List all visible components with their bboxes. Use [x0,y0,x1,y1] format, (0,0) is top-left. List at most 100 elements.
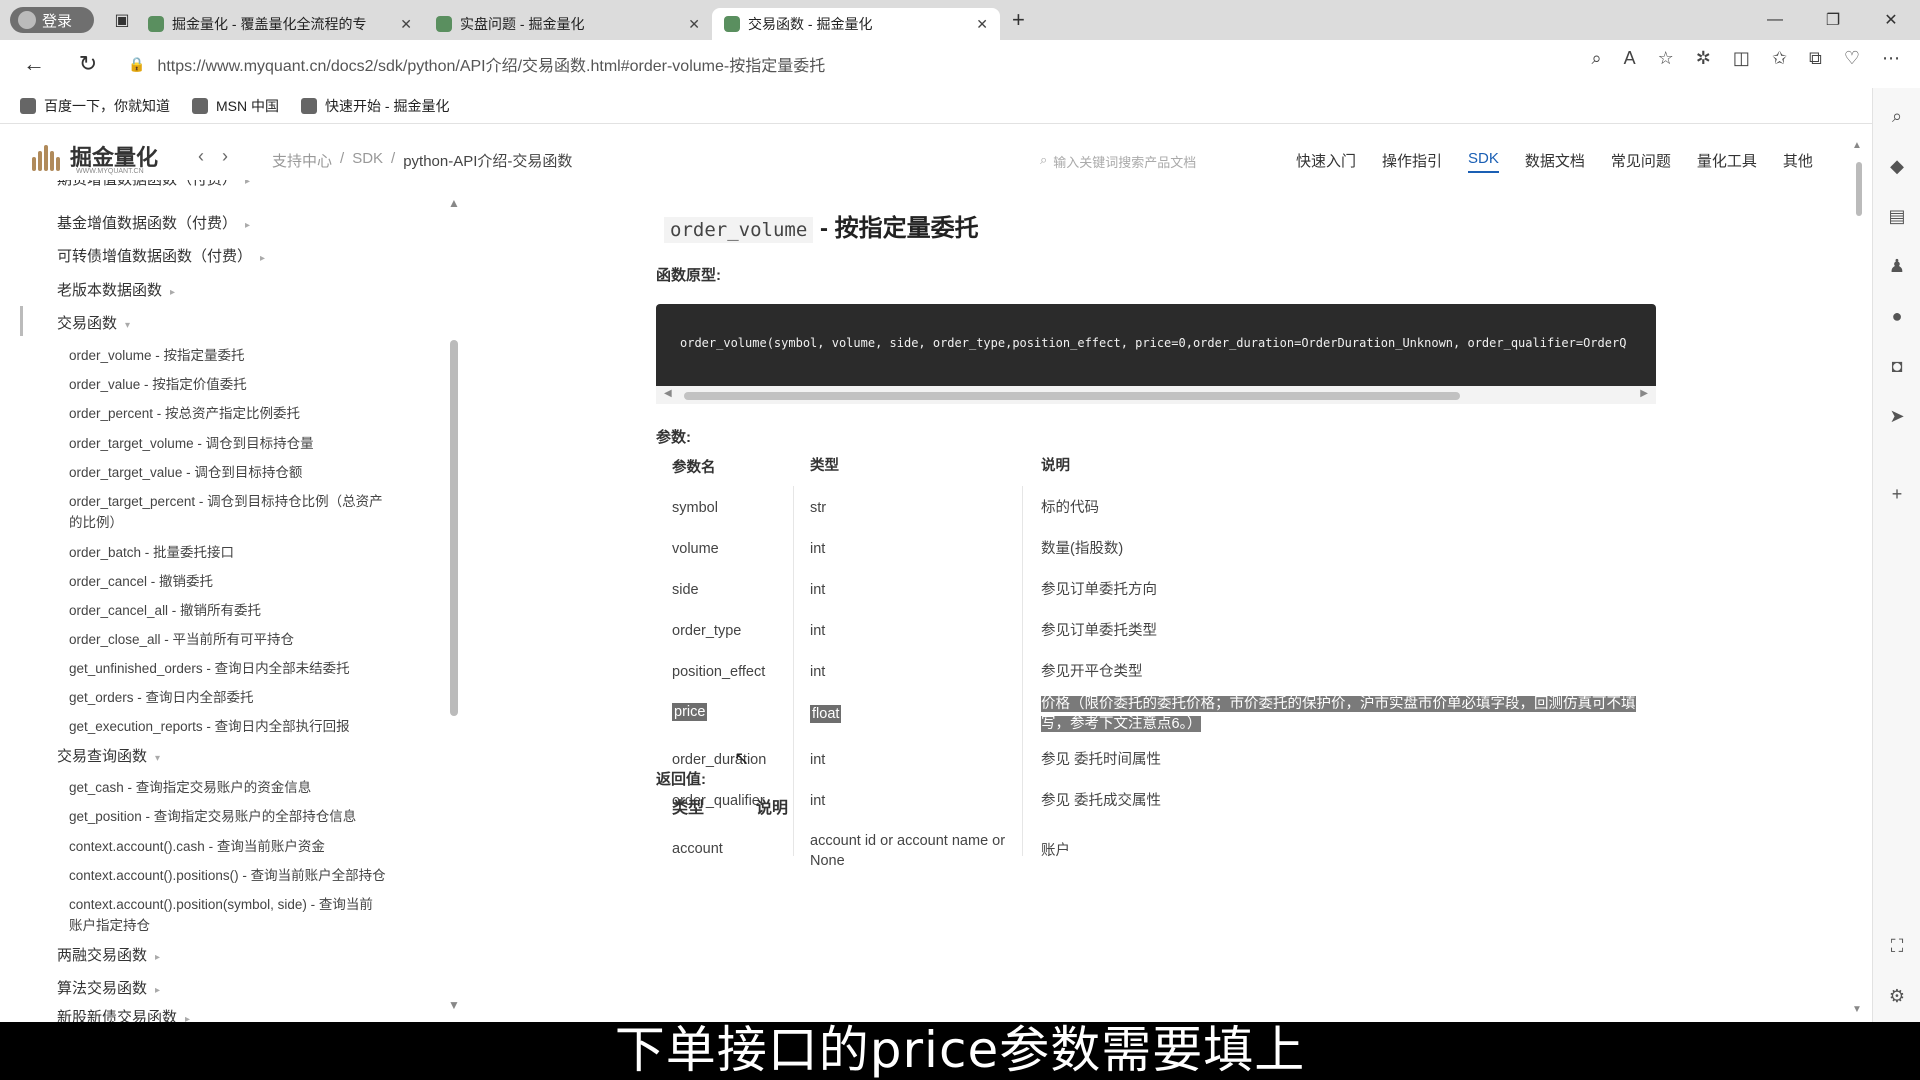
browser-tab-2[interactable]: 实盘问题 - 掘金量化 ✕ [424,8,712,40]
sidebar-subitem[interactable]: order_close_all - 平当前所有可平持仓 [69,628,294,648]
sidebar-subitem[interactable]: get_cash - 查询指定交易账户的资金信息 [69,776,311,796]
sidebar-subitem[interactable]: context.account().positions() - 查询当前账户全部… [69,864,386,884]
sidebar-subitem[interactable]: get_execution_reports - 查询日内全部执行回报 [69,715,350,735]
sidebar-item[interactable]: 老版本数据函数 ▸ [57,279,175,300]
nav-back-chevron-icon[interactable]: ‹ [198,146,204,167]
close-tab-icon[interactable]: ✕ [688,16,700,33]
url-field[interactable]: 🔒 https://www.myquant.cn/docs2/sdk/pytho… [128,52,1328,76]
browser-tab-3[interactable]: 交易函数 - 掘金量化 ✕ [712,8,1000,40]
sidebar-subitem[interactable]: 的比例） [69,511,123,531]
nav-faq[interactable]: 常见问题 [1611,150,1671,173]
games-icon[interactable]: ♟ [1887,256,1907,276]
breadcrumb-item[interactable]: 支持中心 [272,150,332,171]
page-scroll-up-icon[interactable]: ▲ [1852,140,1862,151]
nav-guide[interactable]: 操作指引 [1382,150,1442,173]
sidebar-subitem[interactable]: order_percent - 按总资产指定比例委托 [69,402,300,422]
doc-search-input[interactable]: ⌕ 输入关键词搜索产品文档 [1040,152,1196,171]
sidebar-subitem[interactable]: order_target_value - 调仓到目标持仓额 [69,461,302,481]
scroll-right-icon[interactable]: ▶ [1640,388,1648,399]
breadcrumb-item[interactable]: SDK [352,150,383,171]
return-heading: 返回值: [656,771,706,788]
page-scrollbar[interactable] [1856,162,1862,216]
param-name: volume [672,541,719,557]
sidebar-subitem[interactable]: order_volume - 按指定量委托 [69,344,245,364]
search-icon[interactable]: ⌕ [1887,106,1907,126]
collections-icon[interactable]: ⧉ [1809,48,1822,69]
sidebar-subitem[interactable]: context.account().cash - 查询当前账户资金 [69,835,325,855]
param-desc-link[interactable]: 参见订单委托方向 [1041,580,1651,600]
close-tab-icon[interactable]: ✕ [400,16,412,33]
close-window-icon[interactable]: ✕ [1862,0,1920,40]
restore-icon[interactable]: ❐ [1804,0,1862,40]
settings-gear-icon[interactable]: ⚙ [1887,986,1907,1006]
param-desc: 标的代码 [1041,500,1099,516]
new-tab-icon[interactable]: + [1012,7,1025,33]
scroll-thumb[interactable] [684,392,1460,400]
sidebar-scroll-down-icon[interactable]: ▼ [448,998,460,1012]
site-logo[interactable]: 掘金量化 WWW.MYQUANT.CN [28,140,158,175]
tab-actions-icon[interactable]: ▣ [108,6,136,34]
extensions-icon[interactable]: ✲ [1696,48,1711,69]
address-bar-icons: ⌕ A ☆ ✲ ◫ ✩ ⧉ ♡ ⋯ [1592,48,1900,69]
more-menu-icon[interactable]: ⋯ [1882,48,1900,69]
param-desc-link[interactable]: 参见 委托成交属性 [1041,791,1651,811]
sidebar-item[interactable]: 两融交易函数 ▸ [57,944,160,965]
nav-quant-tools[interactable]: 量化工具 [1697,150,1757,173]
sidebar-item[interactable]: 交易查询函数 ▾ [57,745,160,766]
param-desc-link[interactable]: 参见订单委托类型 [1041,621,1651,641]
close-tab-icon[interactable]: ✕ [976,16,988,33]
browser-tab-1[interactable]: 掘金量化 - 覆盖量化全流程的专 ✕ [136,8,424,40]
sidebar-scrollbar[interactable] [450,340,458,716]
sidebar-item-trade-functions[interactable]: 交易函数 ▾ [57,312,130,333]
bookmark-quickstart[interactable]: 快速开始 - 掘金量化 [301,96,449,116]
briefcase-icon[interactable]: ▤ [1887,206,1907,226]
nav-sdk[interactable]: SDK [1468,150,1499,173]
code-horizontal-scrollbar[interactable]: ◀ ▶ [656,386,1656,404]
scroll-left-icon[interactable]: ◀ [664,388,672,399]
split-screen-icon[interactable]: ◫ [1733,48,1750,69]
zoom-icon[interactable]: ⌕ [1592,48,1602,69]
param-desc-link[interactable]: 参见 委托时间属性 [1041,750,1651,770]
sidebar-subitem[interactable]: order_cancel_all - 撤销所有委托 [69,599,261,619]
send-icon[interactable]: ➤ [1887,406,1907,426]
sidebar-subitem[interactable]: get_unfinished_orders - 查询日内全部未结委托 [69,657,350,677]
tag-icon[interactable]: ◆ [1887,156,1907,176]
screenshot-icon[interactable]: ⛶ [1887,936,1907,956]
site-favicon-icon [724,16,740,32]
nav-other[interactable]: 其他 [1783,150,1813,173]
reload-icon[interactable]: ↻ [68,44,108,84]
sidebar-subitem[interactable]: get_orders - 查询日内全部委托 [69,686,254,706]
sidebar-subitem[interactable]: 账户指定持仓 [69,914,150,934]
sidebar-subitem[interactable]: order_target_percent - 调仓到目标持仓比例（总资产 [69,490,383,510]
back-icon[interactable]: ← [14,44,54,84]
add-icon[interactable]: + [1887,484,1907,504]
sidebar-item[interactable]: 期货增值数据函数（付费）▸ [57,180,250,189]
sidebar-item[interactable]: 可转债增值数据函数（付费） ▸ [57,245,265,266]
sidebar-subitem[interactable]: order_value - 按指定价值委托 [69,373,247,393]
code-block[interactable]: order_volume(symbol, volume, side, order… [656,304,1656,390]
page-scroll-down-icon[interactable]: ▼ [1852,1004,1862,1015]
health-icon[interactable]: ♡ [1844,48,1860,69]
bookmark-msn[interactable]: MSN 中国 [192,96,279,116]
sidebar-subitem[interactable]: context.account().position(symbol, side)… [69,893,373,913]
sidebar-subitem[interactable]: get_position - 查询指定交易账户的全部持仓信息 [69,805,356,825]
office-icon[interactable]: ◘ [1887,356,1907,376]
sidebar-item[interactable]: 基金增值数据函数（付费） ▸ [57,212,250,233]
favorites-icon[interactable]: ✩ [1772,48,1787,69]
sidebar-item[interactable]: 算法交易函数 ▸ [57,977,160,998]
param-desc-link[interactable]: 参见开平仓类型 [1041,662,1651,682]
sidebar-subitem[interactable]: order_cancel - 撤销委托 [69,570,213,590]
sidebar-subitem[interactable]: order_target_volume - 调仓到目标持仓量 [69,432,314,452]
sidebar-scroll-up-icon[interactable]: ▲ [448,196,460,210]
nav-forward-chevron-icon[interactable]: › [222,146,228,167]
bookmark-baidu[interactable]: 百度一下，你就知道 [20,96,170,116]
favorite-star-icon[interactable]: ☆ [1658,48,1674,69]
minimize-icon[interactable]: — [1746,0,1804,40]
sidebar-subitem[interactable]: order_batch - 批量委托接口 [69,541,234,561]
nav-data-docs[interactable]: 数据文档 [1525,150,1585,173]
read-aloud-icon[interactable]: A [1624,48,1636,69]
nav-quickstart[interactable]: 快速入门 [1296,150,1356,173]
circle-app-icon[interactable]: ● [1887,306,1907,326]
profile-login-button[interactable]: 登录 [10,7,94,33]
sidebar-item[interactable]: 新股新债交易函数 ▸ [57,1006,190,1022]
